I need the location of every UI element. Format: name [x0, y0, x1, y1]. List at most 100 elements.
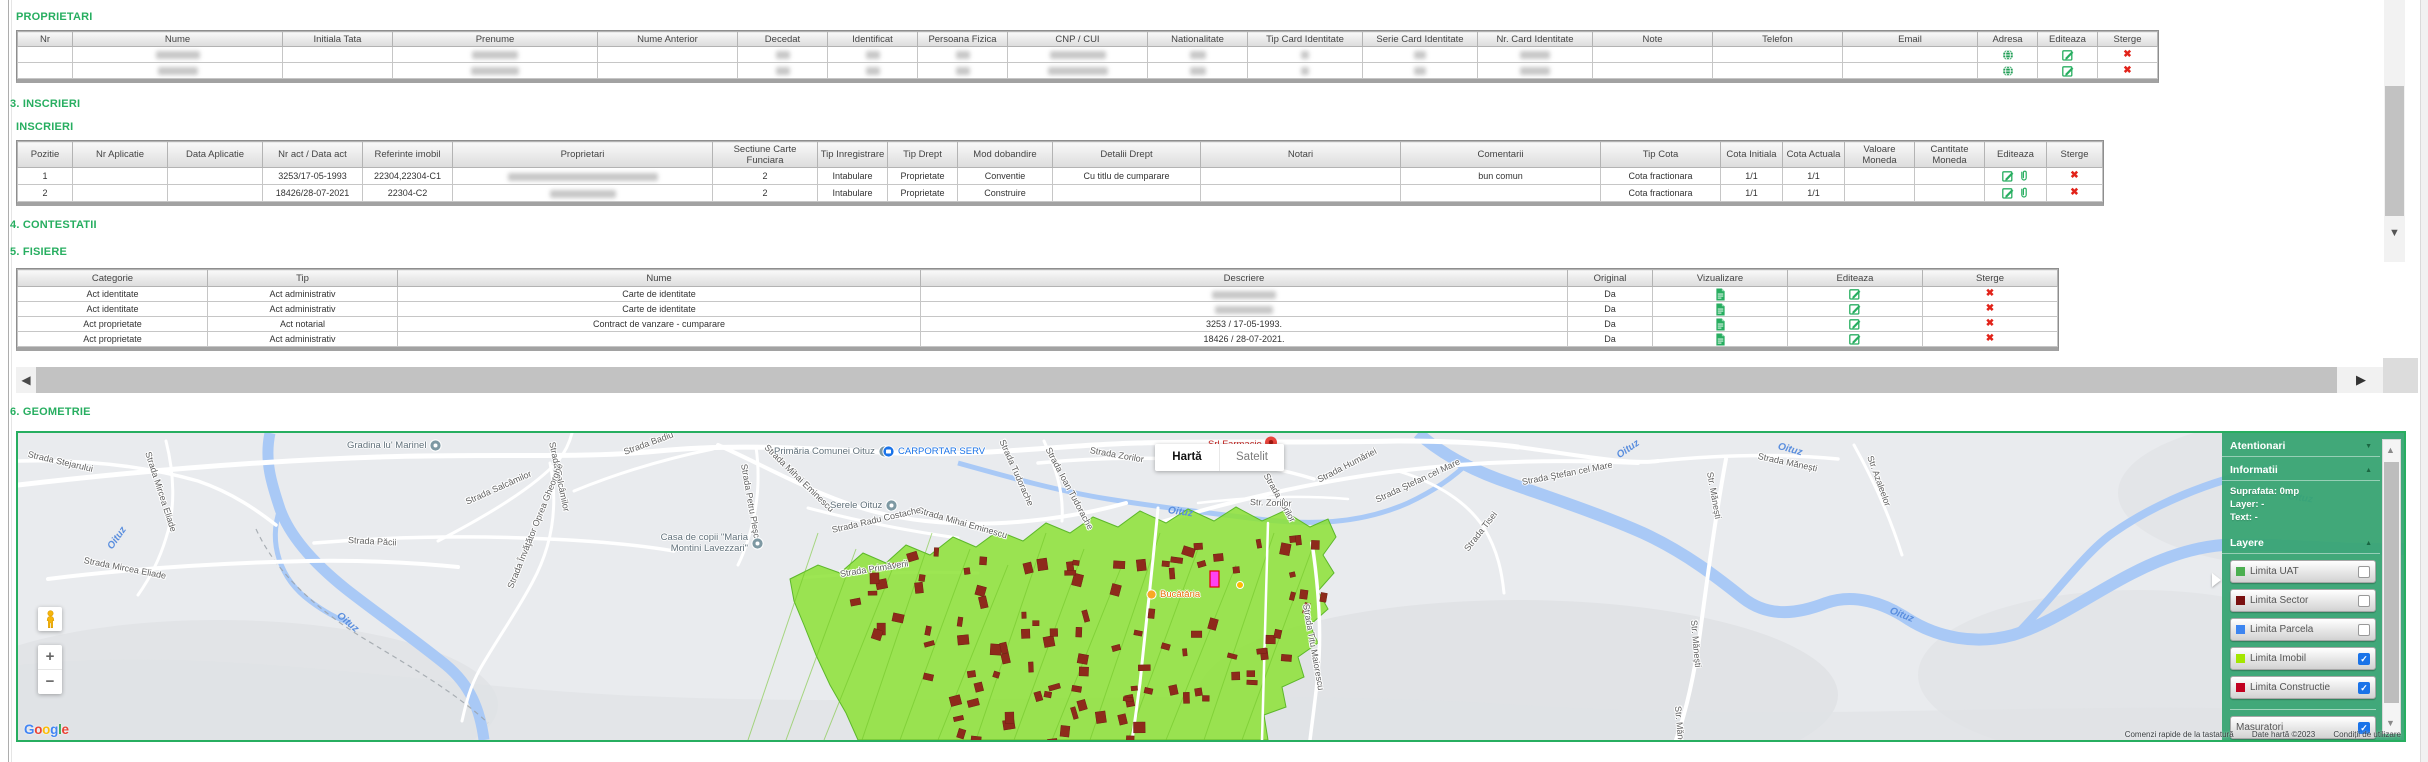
layer-toggle-limita-parcela[interactable]: Limita Parcela [2230, 618, 2376, 641]
satellite-type-button[interactable]: Satelit [1219, 444, 1284, 471]
table-cell[interactable]: ✖ [2047, 185, 2103, 202]
table-cell [1008, 63, 1148, 79]
scroll-right-arrow-icon[interactable]: ▶ [2348, 367, 2374, 393]
delete-icon[interactable]: ✖ [1986, 333, 1994, 345]
layer-toggle-limita-constructie[interactable]: Limita Constructie✓ [2230, 676, 2376, 699]
view-file-icon[interactable] [1715, 333, 1726, 346]
horizontal-scrollbar-thumb[interactable] [36, 367, 2337, 393]
table-cell[interactable] [1653, 287, 1788, 302]
map-poi[interactable]: CARPORTAR SERV [882, 445, 985, 458]
table-cell[interactable] [1653, 332, 1788, 347]
edit-icon[interactable] [1849, 288, 1861, 300]
layer-color-swatch [2236, 654, 2245, 663]
vertical-scrollbar-thumb[interactable] [2385, 86, 2404, 216]
panel-scroll-down-icon[interactable]: ▼ [2383, 715, 2398, 731]
view-file-icon[interactable] [1715, 318, 1726, 331]
delete-icon[interactable]: ✖ [1986, 318, 1994, 330]
attachment-icon[interactable] [2018, 187, 2030, 199]
panel-scrollbar[interactable]: ▲ ▼ [2382, 439, 2401, 734]
delete-icon[interactable]: ✖ [1986, 288, 1994, 300]
panel-section-layere[interactable]: Layere▲ [2222, 530, 2380, 554]
table-cell [921, 302, 1568, 317]
table-cell[interactable] [1788, 287, 1923, 302]
table-cell[interactable]: ✖ [2047, 168, 2103, 185]
map-poi[interactable]: Bucătăria [1146, 589, 1200, 600]
vertical-scrollbar[interactable]: ▼ [2384, 0, 2405, 262]
panel-collapse-arrow-icon[interactable] [2212, 573, 2221, 587]
table-cell[interactable] [1978, 63, 2038, 79]
pegman-streetview-control[interactable] [38, 607, 62, 631]
keyboard-shortcuts-link[interactable]: Comenzi rapide de la tastatură [2125, 730, 2234, 739]
map-poi[interactable]: Primăria Comunei Oituz [774, 445, 891, 458]
table-cell[interactable]: ✖ [2098, 63, 2158, 79]
layer-checkbox[interactable]: ✓ [2358, 682, 2370, 694]
panel-scroll-up-icon[interactable]: ▲ [2383, 442, 2398, 458]
table-cell [598, 63, 738, 79]
delete-icon[interactable]: ✖ [2123, 65, 2131, 77]
table-cell[interactable] [1978, 47, 2038, 63]
edit-icon[interactable] [1849, 318, 1861, 330]
highlighted-construction[interactable] [1210, 571, 1219, 587]
edit-icon[interactable] [2062, 65, 2074, 77]
zoom-in-button[interactable]: + [38, 645, 62, 670]
attachment-icon[interactable] [2018, 170, 2030, 182]
layer-checkbox[interactable] [2358, 624, 2370, 636]
table-cell[interactable] [1788, 317, 1923, 332]
map-zoom-control[interactable]: + − [38, 645, 62, 694]
layer-checkbox[interactable] [2358, 595, 2370, 607]
table-cell [1845, 168, 1915, 185]
table-cell[interactable] [1653, 302, 1788, 317]
table-cell[interactable]: ✖ [1923, 302, 2058, 317]
delete-icon[interactable]: ✖ [1986, 303, 1994, 315]
poi-circle-icon [885, 499, 898, 512]
table-cell [1915, 185, 1985, 202]
table-cell [1845, 185, 1915, 202]
column-header: Pozitie [18, 142, 73, 168]
table-cell[interactable] [1788, 332, 1923, 347]
panel-section-informatii[interactable]: Informatii▲ [2222, 457, 2380, 481]
address-globe-icon[interactable] [2002, 65, 2014, 77]
map-poi[interactable]: Casa de copii "Maria Montini Lavezzari" [648, 533, 764, 555]
layer-checkbox[interactable]: ✓ [2358, 653, 2370, 665]
panel-section-atentionari[interactable]: Atentionari▼ [2222, 433, 2380, 457]
table-cell[interactable] [2038, 47, 2098, 63]
edit-icon[interactable] [2062, 49, 2074, 61]
horizontal-scrollbar[interactable]: ◀ ▶ [16, 367, 2418, 393]
address-globe-icon[interactable] [2002, 49, 2014, 61]
delete-icon[interactable]: ✖ [2123, 49, 2131, 61]
table-cell[interactable] [1788, 302, 1923, 317]
map-canvas[interactable]: Strada StejaruluiStrada Mircea EliadeStr… [16, 431, 2406, 742]
map-type-control[interactable]: Hartă Satelit [1155, 444, 1284, 471]
layer-toggle-limita-imobil[interactable]: Limita Imobil✓ [2230, 647, 2376, 670]
edit-icon[interactable] [1849, 333, 1861, 345]
table-cell[interactable]: ✖ [1923, 332, 2058, 347]
view-file-icon[interactable] [1715, 303, 1726, 316]
table-cell[interactable] [1985, 185, 2047, 202]
view-file-icon[interactable] [1715, 288, 1726, 301]
scroll-down-arrow-icon[interactable]: ▼ [2384, 222, 2405, 244]
edit-icon[interactable] [1849, 303, 1861, 315]
table-cell[interactable]: ✖ [1923, 287, 2058, 302]
edit-icon[interactable] [2002, 170, 2014, 182]
delete-icon[interactable]: ✖ [2070, 187, 2078, 199]
table-cell[interactable] [1985, 168, 2047, 185]
scroll-left-arrow-icon[interactable]: ◀ [16, 367, 36, 393]
table-cell: Act identitate [18, 302, 208, 317]
terms-link[interactable]: Condiții de utilizare [2333, 730, 2401, 739]
layer-checkbox[interactable] [2358, 566, 2370, 578]
table-cell[interactable]: ✖ [2098, 47, 2158, 63]
delete-icon[interactable]: ✖ [2070, 170, 2078, 182]
edit-icon[interactable] [2002, 187, 2014, 199]
layer-toggle-limita-sector[interactable]: Limita Sector [2230, 589, 2376, 612]
redacted-value [1301, 51, 1309, 59]
zoom-out-button[interactable]: − [38, 670, 62, 694]
map-type-button[interactable]: Hartă [1155, 444, 1219, 471]
table-cell[interactable] [1653, 317, 1788, 332]
table-cell[interactable]: ✖ [1923, 317, 2058, 332]
table-cell[interactable] [2038, 63, 2098, 79]
map-poi[interactable]: Serele Oituz [830, 499, 898, 512]
panel-scrollbar-thumb[interactable] [2384, 462, 2399, 703]
layer-toggle-limita-uat[interactable]: Limita UAT [2230, 560, 2376, 583]
map-poi[interactable]: Gradina lu' Marinel [347, 439, 442, 452]
column-header: Decedat [738, 32, 828, 47]
